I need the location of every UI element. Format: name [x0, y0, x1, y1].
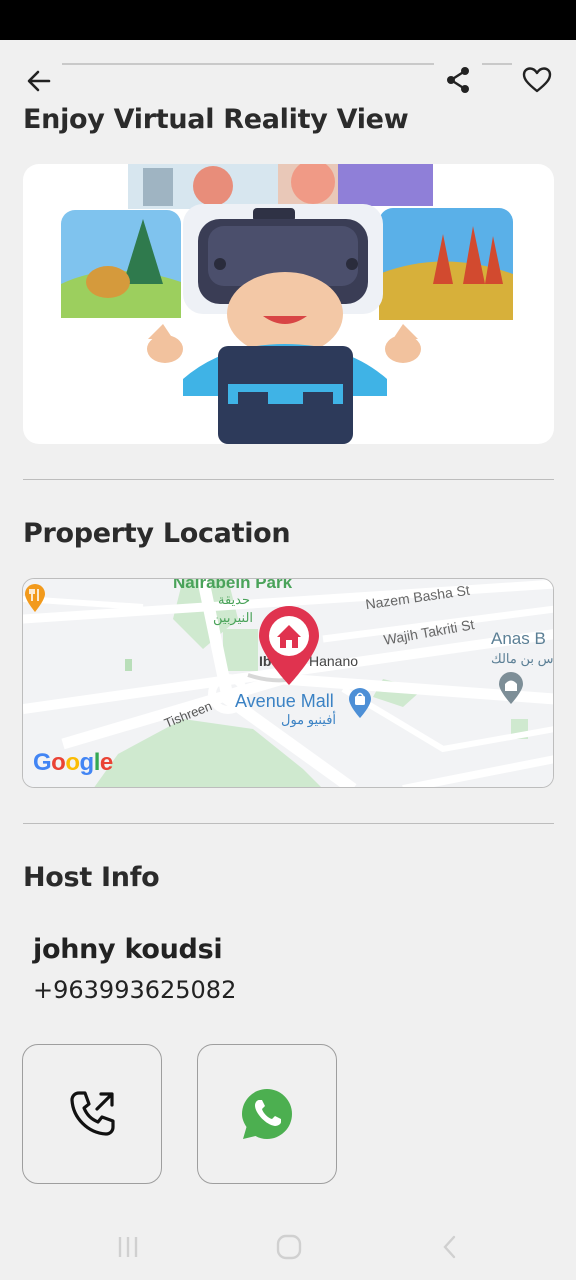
mosque-pin-icon [499, 672, 523, 704]
property-location-pin[interactable] [257, 605, 321, 687]
mosque-pin[interactable] [497, 671, 525, 705]
heart-icon [522, 67, 552, 93]
back-arrow-icon [27, 70, 51, 92]
vr-section-title: Enjoy Virtual Reality View [23, 104, 409, 135]
map-label-mall-ar: أفينيو مول [281, 712, 337, 727]
back-button[interactable] [22, 64, 56, 98]
top-bar [0, 40, 576, 110]
map-label-park-ar-2: النيربين [213, 610, 254, 625]
host-name: johny koudsi [33, 934, 223, 965]
status-bar [0, 0, 576, 40]
home-pin-icon [259, 606, 319, 685]
recent-apps-icon [118, 1237, 138, 1257]
property-map[interactable]: Nairabein Park حديقة النيربين Nazem Bash… [22, 578, 554, 788]
whatsapp-icon [242, 1089, 292, 1139]
favorite-button[interactable] [518, 62, 556, 98]
vr-illustration [61, 164, 513, 444]
map-label-anas-ar: س بن مالك [491, 651, 554, 666]
host-phone: +963993625082 [33, 976, 237, 1004]
vr-preview-image[interactable] [23, 164, 554, 444]
google-logo: Google [33, 749, 113, 776]
restaurant-pin[interactable] [23, 583, 47, 613]
section-divider [23, 823, 554, 824]
chevron-left-icon [443, 1235, 456, 1259]
location-section-title: Property Location [23, 518, 291, 549]
shopping-bag-pin-icon [349, 688, 371, 718]
phone-call-icon [70, 1091, 115, 1136]
system-nav-bar [0, 1210, 576, 1280]
header-divider [62, 63, 434, 65]
host-section-title: Host Info [23, 862, 160, 893]
back-nav-button[interactable] [430, 1230, 470, 1264]
home-circle-icon [276, 1234, 302, 1260]
header-divider-short [482, 63, 512, 65]
map-label-park: Nairabein Park [173, 578, 293, 592]
mall-pin[interactable] [347, 687, 373, 719]
recent-apps-button[interactable] [108, 1230, 148, 1264]
map-label-park-ar-1: حديقة [218, 592, 251, 607]
map-label-anas: Anas B [491, 629, 546, 648]
home-button[interactable] [269, 1230, 309, 1264]
share-button[interactable] [440, 62, 476, 98]
section-divider [23, 479, 554, 480]
restaurant-pin-icon [25, 584, 45, 612]
share-icon [447, 67, 469, 93]
call-button[interactable] [22, 1044, 162, 1184]
whatsapp-button[interactable] [197, 1044, 337, 1184]
map-label-mall: Avenue Mall [235, 691, 334, 711]
